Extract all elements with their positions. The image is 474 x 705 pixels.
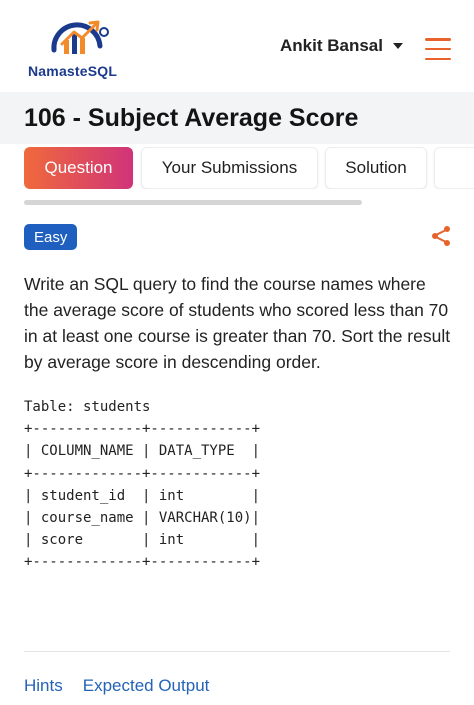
- schema-border-mid: +-------------+------------+: [24, 465, 261, 482]
- schema-header-row: | COLUMN_NAME | DATA_TYPE |: [24, 443, 261, 460]
- share-icon[interactable]: [430, 225, 452, 252]
- schema-row: | course_name | VARCHAR(10)|: [24, 510, 261, 527]
- user-name: Ankit Bansal: [280, 36, 383, 55]
- problem-description: Write an SQL query to find the course na…: [24, 274, 451, 372]
- problem-tabs: Question Your Submissions Solution: [24, 147, 474, 189]
- schema-table: Table: students +-------------+----------…: [24, 396, 260, 574]
- schema-table-label: Table: students: [24, 399, 151, 415]
- schema-border-top: +-------------+------------+: [24, 421, 261, 438]
- tab-overflow[interactable]: [434, 147, 474, 189]
- tab-question[interactable]: Question: [24, 147, 133, 189]
- schema-border-bottom: +-------------+------------+: [24, 554, 261, 571]
- tabs-scrollbar[interactable]: [24, 200, 362, 205]
- tab-your-submissions[interactable]: Your Submissions: [141, 147, 318, 189]
- page-title: 106 - Subject Average Score: [24, 104, 359, 132]
- expected-output-link[interactable]: Expected Output: [83, 676, 210, 696]
- top-bar: NamasteSQL Ankit Bansal: [0, 0, 474, 92]
- hamburger-menu-icon[interactable]: [425, 38, 451, 60]
- bottom-tabs: Hints Expected Output: [24, 676, 209, 696]
- difficulty-badge: Easy: [24, 224, 78, 250]
- logo[interactable]: NamasteSQL: [28, 16, 124, 82]
- user-menu[interactable]: Ankit Bansal: [280, 36, 403, 56]
- tab-solution[interactable]: Solution: [325, 147, 427, 189]
- schema-row: | student_id | int |: [24, 487, 261, 504]
- hints-link[interactable]: Hints: [24, 676, 63, 696]
- chevron-down-icon: [392, 43, 403, 49]
- schema-row: | score | int |: [24, 532, 261, 549]
- logo-text: NamasteSQL: [28, 63, 118, 79]
- chart-growth-logo-icon: [51, 20, 109, 54]
- divider: [24, 651, 450, 652]
